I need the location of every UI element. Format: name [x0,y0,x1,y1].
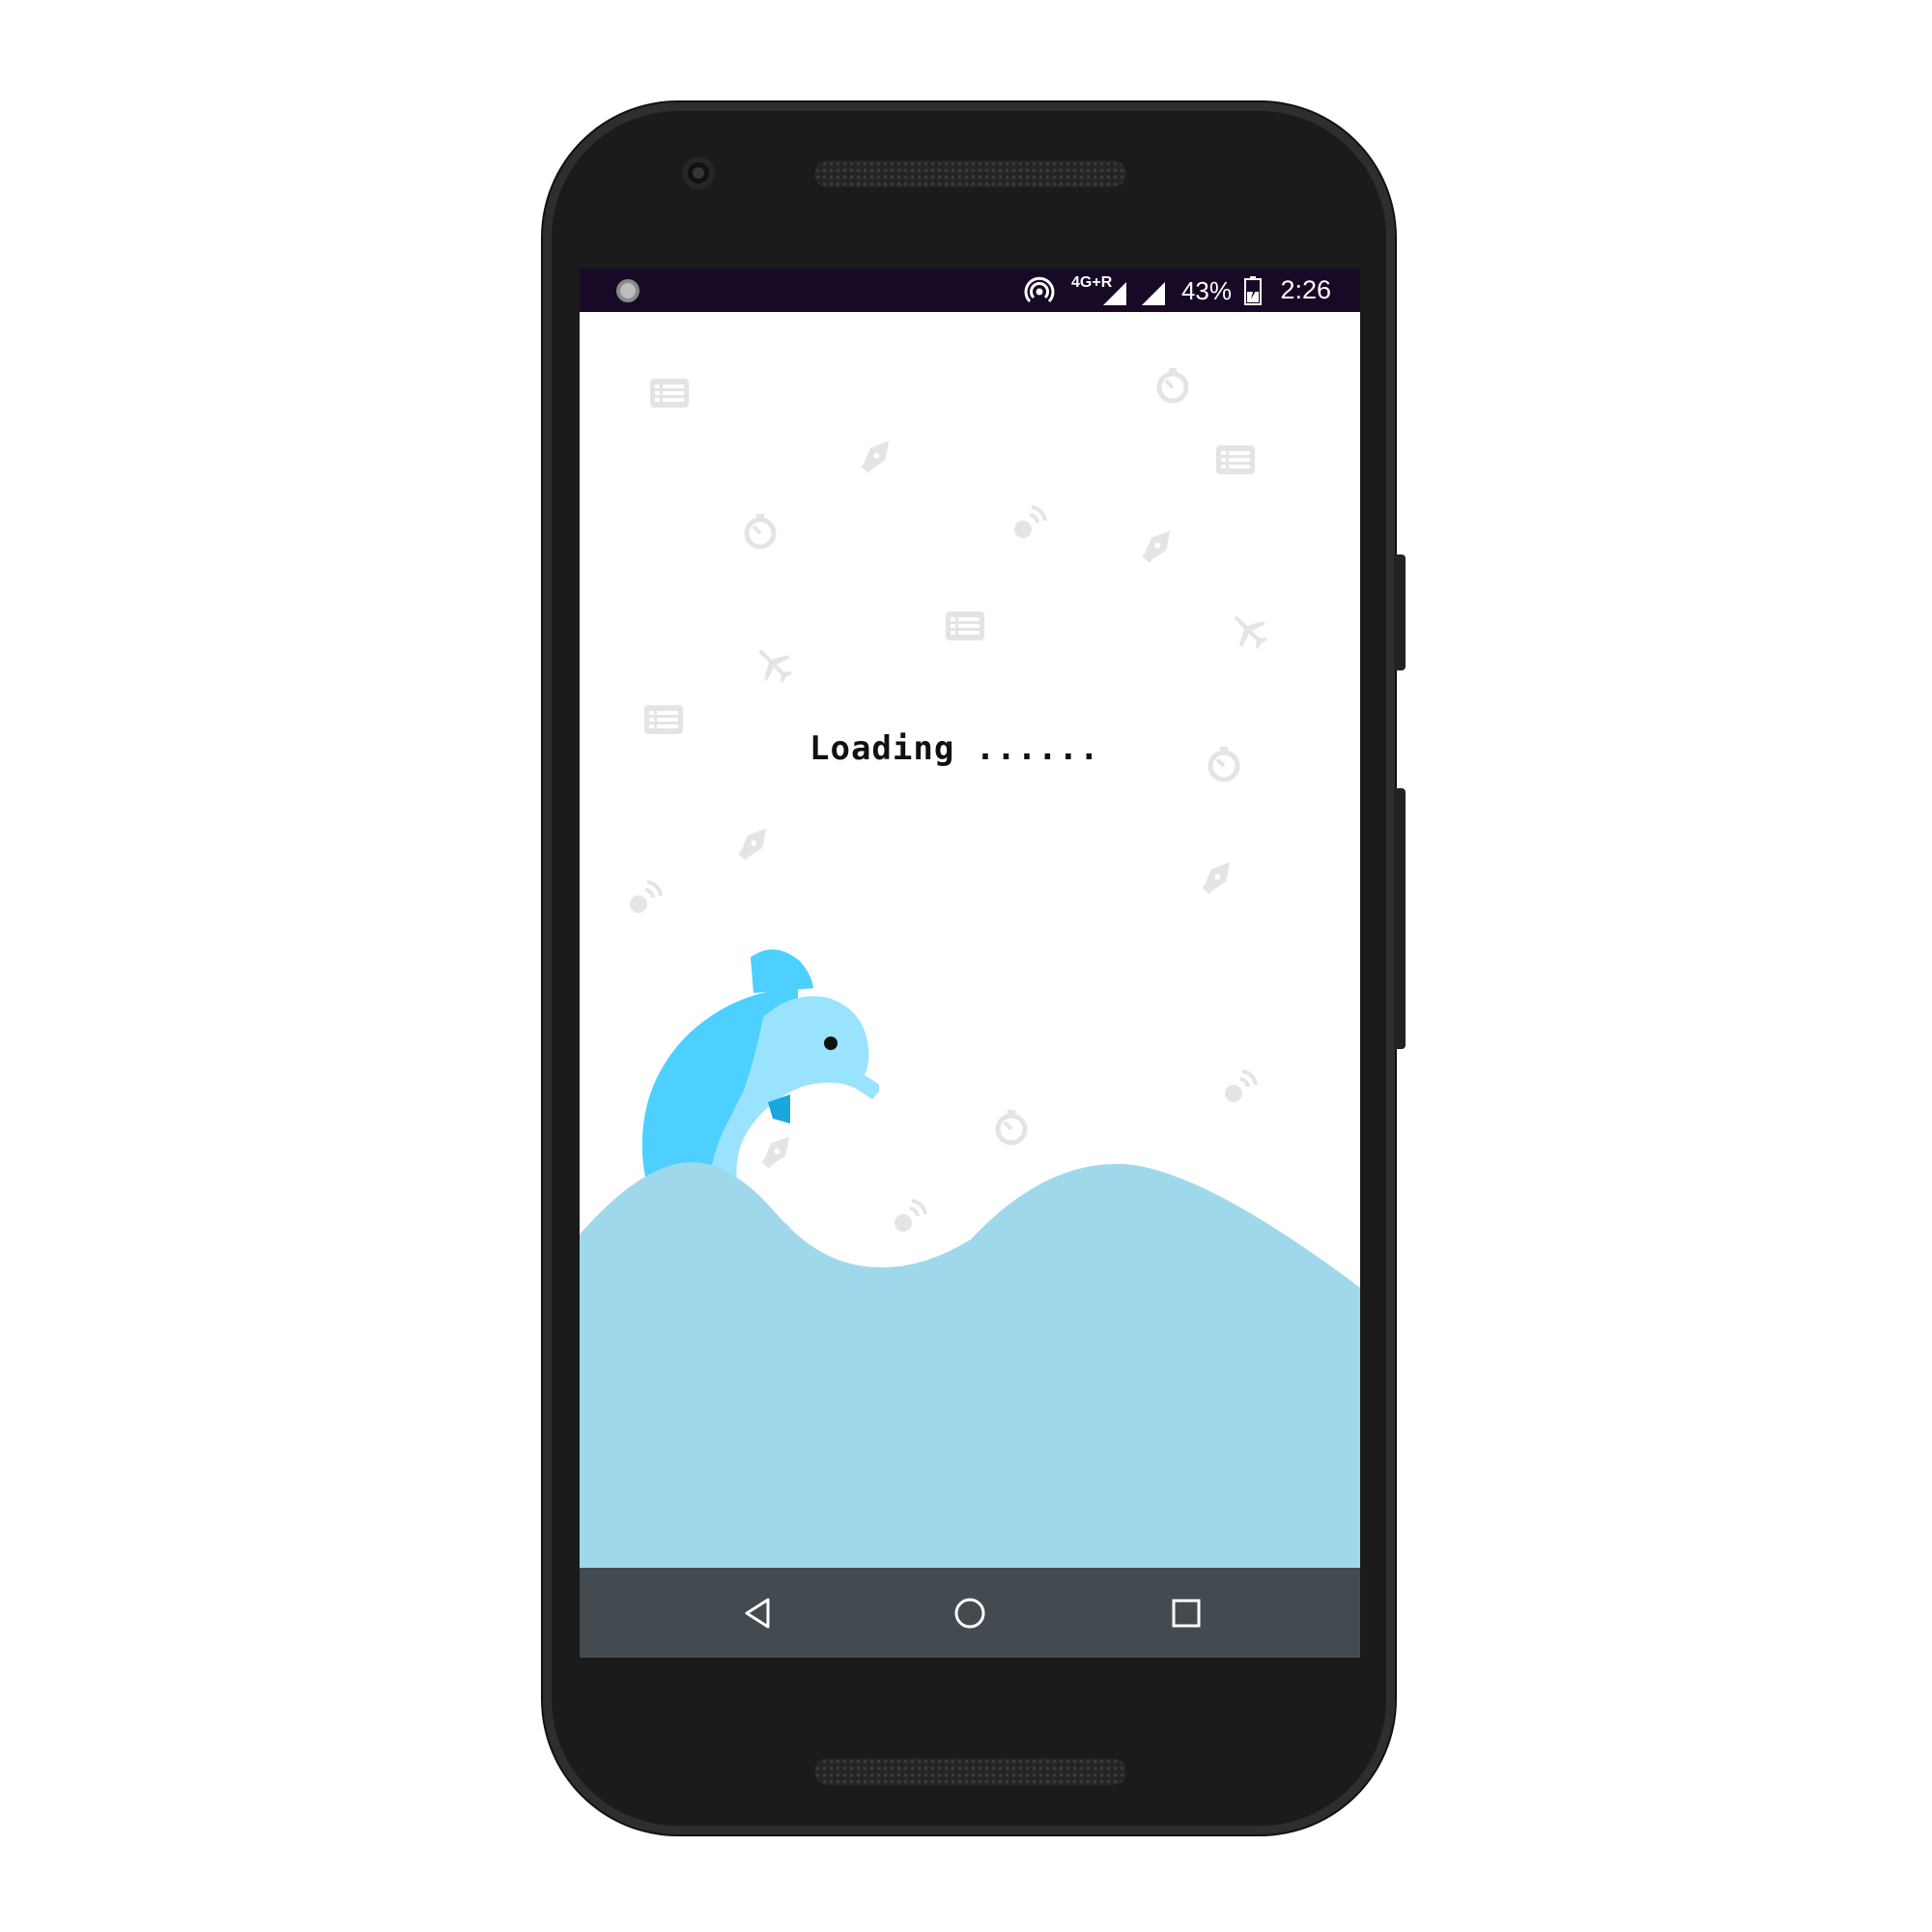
phone-screen: 4G+R 43% 2:26 Loading ...... [580,269,1360,1658]
signal-icon-1 [1103,282,1126,305]
pen-icon [861,440,890,473]
power-button [1394,554,1406,670]
status-bar: 4G+R 43% 2:26 [580,269,1360,312]
ocean-wave [580,1162,1360,1568]
satellite-icon [630,880,663,913]
timer-icon [744,514,777,550]
back-triangle-icon[interactable] [734,1589,782,1637]
list-icon [650,379,689,408]
status-time: 2:26 [1280,275,1331,304]
front-camera [682,156,715,189]
loading-label: Loading ...... [810,729,1100,768]
battery-icon [1244,276,1262,305]
timer-icon [1208,747,1240,782]
satellite-icon [1014,505,1047,538]
airplane-icon [759,650,793,684]
pen-icon [1202,862,1231,895]
loading-screen: Loading ...... [580,312,1360,1568]
home-circle-icon[interactable] [946,1589,994,1637]
navigation-bar [580,1568,1360,1658]
pen-icon [1142,530,1171,563]
volume-button [1394,788,1406,1049]
timer-icon [1156,368,1189,404]
top-speaker [814,160,1126,187]
list-icon [1216,445,1255,474]
battery-percent: 43% [1180,276,1232,305]
list-icon [946,611,984,640]
recents-square-icon[interactable] [1162,1589,1210,1637]
hotspot-icon [1024,276,1055,303]
list-icon [644,705,683,734]
app-notification-icon [616,279,639,302]
signal-icon-2 [1142,282,1165,305]
satellite-icon [1225,1069,1258,1102]
airplane-icon [1235,616,1268,650]
bottom-speaker [814,1758,1126,1785]
pen-icon [738,828,767,861]
